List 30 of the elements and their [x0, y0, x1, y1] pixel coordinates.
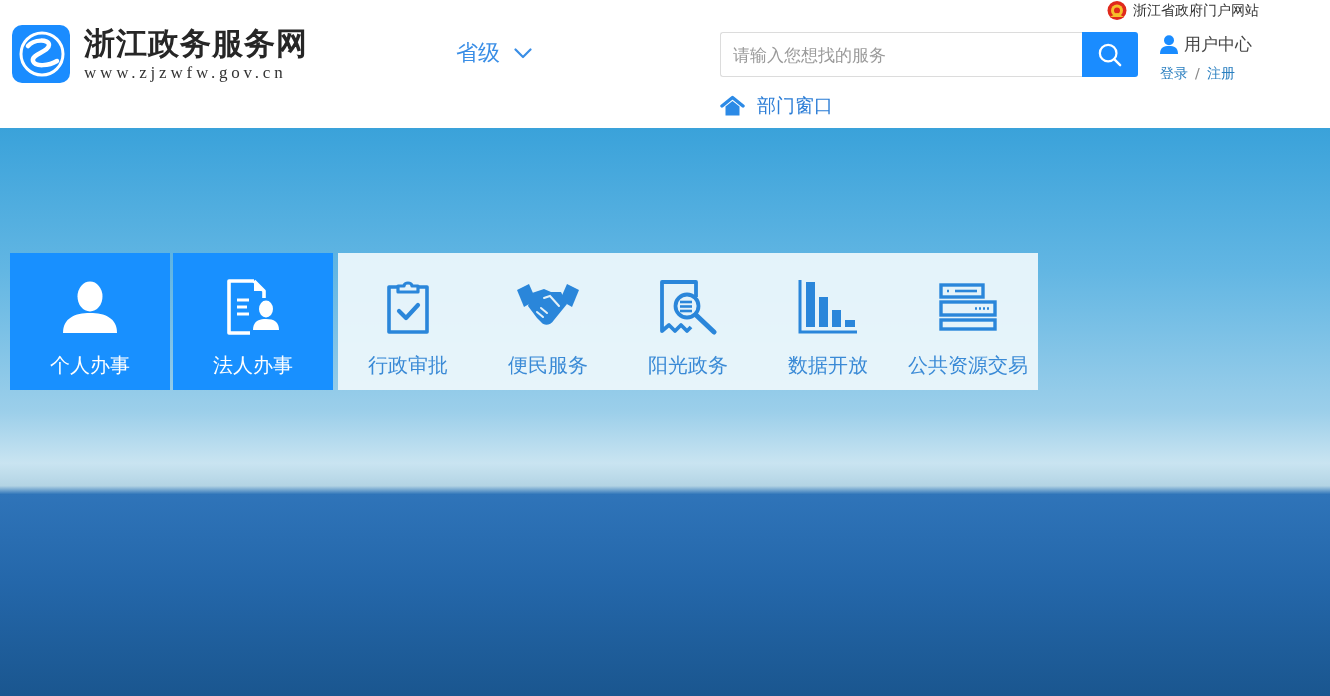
department-link[interactable]: 部门窗口 — [720, 93, 833, 117]
login-link[interactable]: 登录 — [1160, 64, 1188, 82]
user-icon — [1160, 34, 1178, 54]
search-button[interactable] — [1082, 32, 1138, 77]
user-center-link[interactable]: 用户中心 — [1160, 32, 1252, 56]
chevron-down-icon — [514, 47, 532, 59]
search-icon — [1098, 42, 1122, 67]
service-link[interactable]: 便民服务 — [478, 253, 618, 390]
bar-chart-icon — [798, 280, 858, 334]
site-url: www.zjzwfw.gov.cn — [84, 63, 288, 83]
service-tile[interactable]: 法人办事 — [173, 253, 333, 390]
link-separator: / — [1195, 64, 1200, 82]
service-link[interactable]: 阳光政务 — [618, 253, 758, 390]
service-link[interactable]: 公共资源交易 — [898, 253, 1038, 390]
document-magnifier-icon — [658, 279, 718, 335]
register-link[interactable]: 注册 — [1206, 64, 1235, 82]
portal-link[interactable]: 浙江省政府门户网站 — [1107, 0, 1259, 20]
person-document-icon — [226, 279, 280, 335]
search-field[interactable]: 请输入您想找的服务 — [720, 32, 1082, 77]
service-link[interactable]: 行政审批 — [338, 253, 478, 390]
home-icon — [720, 94, 745, 116]
logo-icon — [12, 25, 70, 83]
emblem-icon — [1107, 0, 1127, 20]
person-icon — [62, 281, 118, 333]
region-dropdown[interactable]: 省级 — [456, 39, 532, 67]
server-stack-icon — [939, 283, 997, 331]
clipboard-check-icon — [385, 279, 431, 335]
service-tile[interactable]: 个人办事 — [10, 253, 170, 390]
service-link[interactable]: 数据开放 — [758, 253, 898, 390]
site-title: 浙江政务服务网 — [84, 25, 308, 63]
